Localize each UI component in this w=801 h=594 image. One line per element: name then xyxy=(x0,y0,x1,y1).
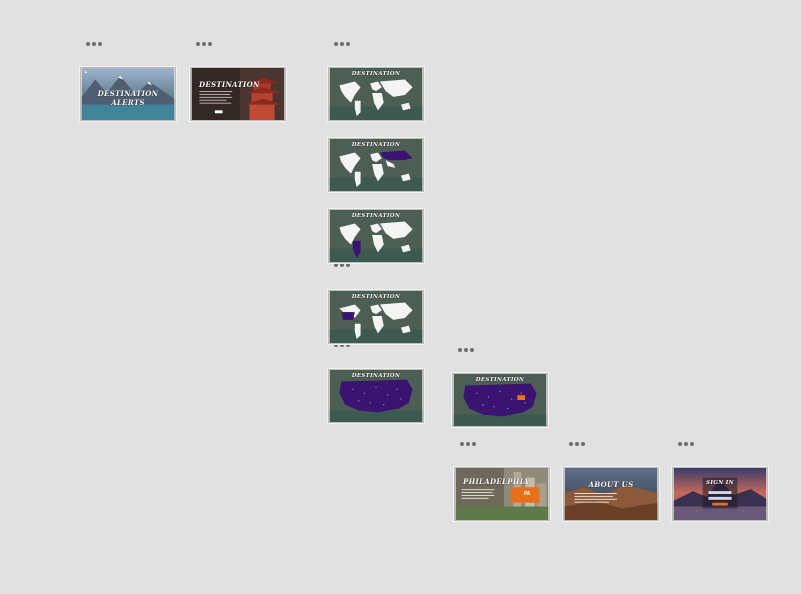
state-badge: PA xyxy=(523,491,531,497)
artboard-title: DESTINATION ALERTS xyxy=(97,89,159,107)
artboard-title: DESTINATION xyxy=(351,294,401,300)
artboard-title: DESTINATION xyxy=(351,213,401,219)
sunset-lake-image xyxy=(673,468,767,520)
artboard-title: ABOUT US xyxy=(588,480,634,489)
artboard-title: DESTINATION xyxy=(351,71,401,77)
artboard-title: SIGN IN xyxy=(706,480,734,486)
more-dots-icon[interactable] xyxy=(458,347,474,353)
more-dots-icon[interactable] xyxy=(460,441,476,447)
artboard-title: PHILADELPHIA xyxy=(463,477,530,486)
more-dots-icon[interactable] xyxy=(678,441,694,447)
artboard-title: DESTINATION xyxy=(199,80,260,89)
artboard-usa-map-1[interactable]: DESTINATION xyxy=(328,369,424,423)
artboard-destination-alerts[interactable]: ■ DESTINATION ALERTS xyxy=(80,67,176,121)
artboard-world-map-4[interactable]: DESTINATION xyxy=(328,290,424,344)
artboard-about-us[interactable]: ABOUT US xyxy=(563,467,659,521)
artboard-world-map-1[interactable]: DESTINATION xyxy=(328,67,424,121)
artboard-title: DESTINATION xyxy=(351,142,401,148)
artboard-title: DESTINATION xyxy=(351,373,401,379)
more-dots-icon[interactable] xyxy=(196,41,212,47)
artboard-destination[interactable]: DESTINATION xyxy=(190,67,286,121)
artboard-world-map-3[interactable]: DESTINATION xyxy=(328,209,424,263)
more-dots-icon[interactable] xyxy=(334,41,350,47)
artboard-usa-map-2[interactable]: DESTINATION xyxy=(452,373,548,427)
more-dots-icon[interactable] xyxy=(86,41,102,47)
artboard-world-map-2[interactable]: DESTINATION xyxy=(328,138,424,192)
pagoda-image xyxy=(191,68,285,120)
artboard-philadelphia[interactable]: PHILADELPHIA PA xyxy=(454,467,550,521)
canyon-image xyxy=(564,468,658,520)
more-dots-icon[interactable] xyxy=(569,441,585,447)
state-badge xyxy=(517,395,526,400)
artboard-sign-in[interactable]: SIGN IN xyxy=(672,467,768,521)
artboard-title: DESTINATION xyxy=(475,377,525,383)
